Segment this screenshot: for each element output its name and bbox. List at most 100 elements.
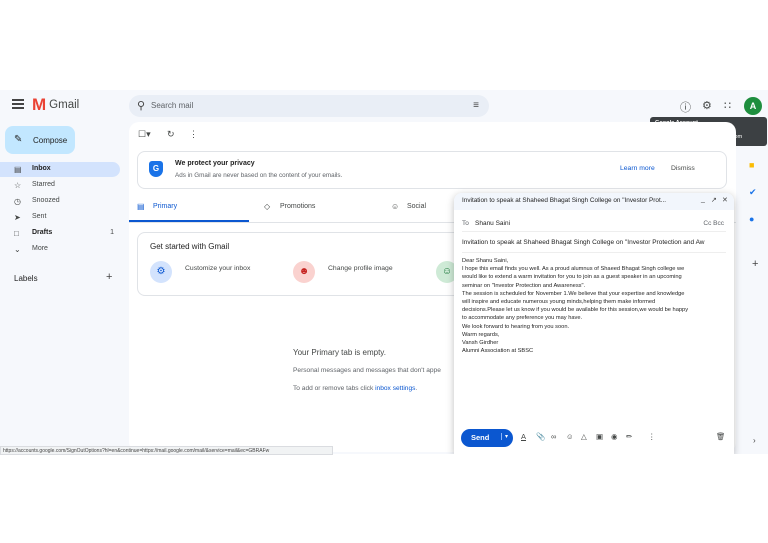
- body-line: Dear Shanu Saini,: [462, 258, 509, 264]
- learn-more-link[interactable]: Learn more: [620, 165, 655, 172]
- settings-gear-icon[interactable]: ⚙: [702, 99, 712, 112]
- compose-titlebar[interactable]: Invitation to speak at Shaheed Bhagat Si…: [454, 193, 734, 210]
- pencil-icon: ✎: [14, 134, 23, 145]
- keep-icon[interactable]: ■: [749, 160, 754, 170]
- change-profile-label: Change profile image: [328, 265, 393, 272]
- tab-promotions[interactable]: ◇ Promotions: [256, 198, 376, 222]
- hint-period: .: [415, 385, 418, 392]
- lock-icon[interactable]: ◉: [611, 432, 618, 441]
- sidebar-item-more[interactable]: ⌄ More: [0, 242, 120, 257]
- send-icon: ➤: [14, 213, 21, 222]
- tag-icon: ◇: [264, 202, 271, 211]
- formatting-icon[interactable]: A: [521, 432, 526, 441]
- labels-heading: Labels: [14, 274, 38, 283]
- delete-draft-icon[interactable]: 🗑: [716, 432, 726, 441]
- subject-field[interactable]: Invitation to speak at Shaheed Bhagat Si…: [462, 239, 726, 253]
- body-line: decisions.Please let us know if you woul…: [462, 307, 689, 314]
- dismiss-button[interactable]: Dismiss: [671, 165, 695, 172]
- attach-icon[interactable]: 📎: [536, 432, 545, 441]
- search-icon[interactable]: ⚲: [137, 99, 145, 112]
- sidebar-item-snoozed[interactable]: ◷ Snoozed: [0, 194, 120, 209]
- tab-primary[interactable]: ▤ Primary: [129, 198, 249, 222]
- refresh-icon[interactable]: ↻: [167, 129, 175, 140]
- send-button[interactable]: Send ▾: [461, 429, 513, 447]
- clock-icon: ◷: [14, 197, 21, 206]
- minimize-icon[interactable]: _: [701, 196, 705, 203]
- body-line: would like to extend a warm invitation f…: [462, 274, 682, 281]
- to-label: To: [462, 220, 469, 227]
- tasks-icon[interactable]: ✔: [749, 187, 757, 198]
- empty-tab-hint: To add or remove tabs click inbox settin…: [293, 385, 417, 392]
- compose-window-title: Invitation to speak at Shaheed Bhagat Si…: [462, 197, 667, 204]
- gmail-wordmark: Gmail: [49, 99, 80, 111]
- search-bar[interactable]: ⚲ Search mail ≡: [129, 95, 489, 117]
- get-started-card: Get started with Gmail ⚙ Customize your …: [137, 232, 467, 296]
- sidebar-item-label: Snoozed: [32, 197, 60, 204]
- drive-icon[interactable]: △: [581, 432, 587, 441]
- message-body[interactable]: Dear Shanu Saini, I hope this email finds…: [462, 257, 730, 355]
- body-line: I hope this email finds you well. As a p…: [462, 266, 685, 273]
- send-label: Send: [471, 433, 490, 442]
- photo-icon[interactable]: ▣: [596, 432, 603, 441]
- select-checkbox-icon[interactable]: ☐▾: [138, 129, 151, 140]
- sidebar-item-label: Drafts: [32, 229, 53, 236]
- add-label-icon[interactable]: +: [106, 271, 112, 283]
- body-line: We look forward to hearing from you soon…: [462, 323, 570, 330]
- body-line: Alumni Association at SBSC: [462, 348, 534, 355]
- sidebar-item-label: Sent: [32, 213, 47, 220]
- help-icon[interactable]: ⓘ: [680, 99, 691, 115]
- body-line: The session is scheduled for November 1.…: [462, 290, 685, 297]
- tab-label: Primary: [153, 203, 178, 210]
- chevron-right-icon[interactable]: ›: [753, 436, 756, 445]
- compose-button[interactable]: ✎ Compose: [5, 126, 75, 154]
- draft-icon: □: [14, 229, 19, 238]
- drafts-count: 1: [110, 229, 114, 236]
- recipient-field[interactable]: To Shanu Saini Cc Bcc: [462, 218, 726, 232]
- get-started-title: Get started with Gmail: [150, 242, 230, 251]
- sidebar-item-label: Starred: [32, 181, 55, 188]
- schedule-send-icon[interactable]: ▾: [501, 433, 508, 440]
- privacy-title: We protect your privacy: [175, 160, 255, 167]
- sidebar-item-sent[interactable]: ➤ Sent: [0, 210, 120, 225]
- body-line: seminar on "Investor Protection and Awar…: [462, 282, 586, 289]
- body-line: Warm regards,: [462, 331, 500, 338]
- inbox-settings-link[interactable]: inbox settings: [375, 385, 415, 392]
- body-line: Vansh Girdher: [462, 340, 499, 347]
- body-line: to accommodate any preference you may ha…: [462, 315, 583, 322]
- sidebar-item-inbox[interactable]: ▤ Inbox: [0, 162, 120, 177]
- body-line: will inspire and educate numerous young …: [462, 299, 656, 306]
- hint-text: To add or remove tabs click: [293, 385, 376, 392]
- apps-grid-icon[interactable]: ∷: [724, 99, 731, 112]
- gmail-m-icon: M: [32, 95, 47, 114]
- compose-label: Compose: [33, 136, 68, 145]
- sidebar-item-label: Inbox: [32, 165, 51, 172]
- gmail-app: M Gmail ⚲ Search mail ≡ ⓘ ⚙ ∷ A Google A…: [0, 90, 768, 454]
- gmail-logo[interactable]: M Gmail: [32, 95, 80, 114]
- account-avatar[interactable]: A: [744, 97, 762, 115]
- status-bar-url: https://accounts.google.com/SignOutOptio…: [0, 446, 333, 455]
- sidebar-item-label: More: [32, 245, 48, 252]
- gear-icon: ⚙: [150, 261, 172, 283]
- shield-icon: G: [149, 161, 163, 177]
- more-options-icon[interactable]: ⋮: [189, 129, 198, 140]
- customize-inbox-label: Customize your inbox: [185, 265, 251, 272]
- cc-bcc-link[interactable]: Cc Bcc: [703, 220, 724, 227]
- search-options-icon[interactable]: ≡: [473, 100, 479, 111]
- link-icon[interactable]: ∞: [551, 432, 556, 441]
- signature-icon[interactable]: ✏: [626, 432, 632, 441]
- tab-label: Promotions: [280, 203, 316, 210]
- get-addons-icon[interactable]: +: [752, 258, 758, 270]
- close-icon[interactable]: ✕: [722, 196, 728, 204]
- expand-icon[interactable]: ↗: [711, 196, 717, 204]
- more-options-icon[interactable]: ⋮: [648, 432, 656, 441]
- sidebar-item-starred[interactable]: ☆ Starred: [0, 178, 120, 193]
- emoji-icon[interactable]: ☺: [566, 432, 574, 441]
- sidebar-item-drafts[interactable]: □ Drafts 1: [0, 226, 120, 241]
- inbox-icon: ▤: [14, 165, 22, 174]
- recipient-chip[interactable]: Shanu Saini: [475, 220, 510, 227]
- search-input[interactable]: Search mail: [151, 101, 193, 110]
- compose-toolbar: Send ▾ A 📎 ∞ ☺ △ ▣ ◉ ✏ ⋮ 🗑: [454, 425, 734, 454]
- main-menu-icon[interactable]: [12, 99, 24, 109]
- compose-window: Invitation to speak at Shaheed Bhagat Si…: [454, 193, 734, 454]
- contacts-icon[interactable]: ●: [749, 214, 754, 224]
